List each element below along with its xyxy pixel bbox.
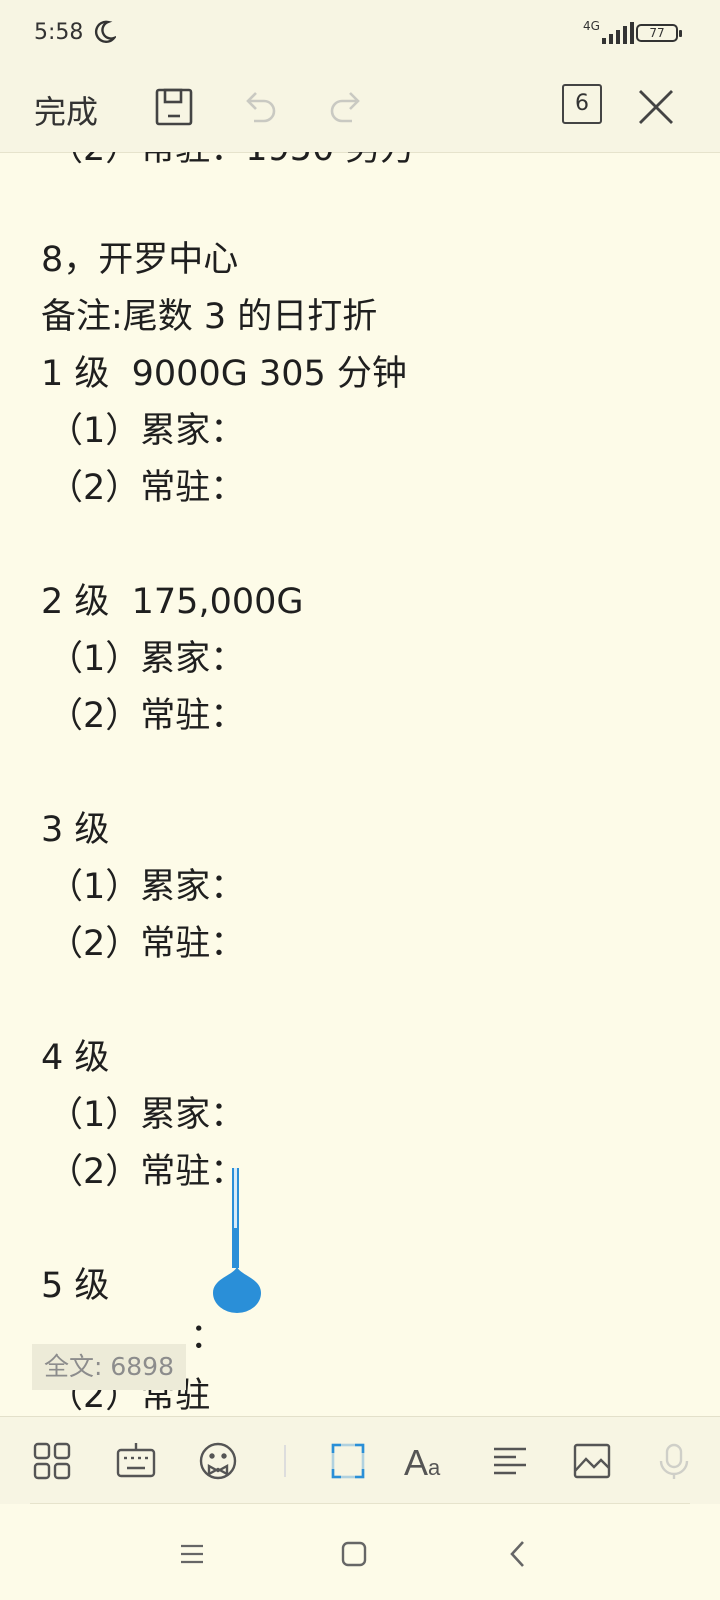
doc-line: 5 级: [41, 1266, 110, 1306]
editor-toolbar: 完成 6: [0, 70, 720, 153]
home-icon[interactable]: [334, 1534, 374, 1574]
signal-icon: [602, 22, 634, 44]
doc-line: （1）累家：: [48, 1095, 246, 1135]
system-nav-bar: [0, 1504, 720, 1600]
font-icon[interactable]: A a: [404, 1439, 448, 1483]
doc-line: （1）累家：: [48, 639, 246, 679]
format-toolbar: A a: [0, 1416, 720, 1505]
doc-line: （2）常驻：: [48, 1152, 246, 1192]
doc-line: 4 级: [41, 1038, 110, 1078]
doc-line: （2）常驻：: [48, 696, 246, 736]
doc-line: ：: [190, 1317, 226, 1357]
fullscreen-icon[interactable]: [326, 1439, 370, 1483]
svg-text:A: A: [404, 1442, 428, 1481]
page-count-icon[interactable]: 6: [562, 84, 602, 124]
image-icon[interactable]: [570, 1439, 614, 1483]
doc-line: 2 级 175,000G: [41, 582, 304, 622]
done-button[interactable]: 完成: [34, 87, 98, 133]
text-caret: [232, 1168, 239, 1268]
doc-line: （1）累家：: [48, 867, 246, 907]
apps-icon[interactable]: [30, 1439, 74, 1483]
doc-line: 8，开罗中心: [41, 240, 239, 280]
emoji-icon[interactable]: [196, 1439, 240, 1483]
toolbar-separator: [284, 1445, 286, 1477]
moon-icon: [94, 20, 116, 43]
status-bar: 5:58 4G 77: [0, 0, 720, 70]
document-body[interactable]: （2）常驻：1950 男万 8，开罗中心 备注:尾数 3 的日打折 1 级 90…: [0, 152, 720, 1414]
mic-icon[interactable]: [652, 1439, 696, 1483]
menu-icon[interactable]: [172, 1534, 212, 1574]
doc-line: 3 级: [41, 810, 110, 850]
redo-icon[interactable]: [322, 83, 370, 131]
doc-line: （2）常驻：1950 男万: [48, 152, 415, 171]
network-type: 4G: [583, 19, 600, 33]
svg-text:a: a: [428, 1455, 441, 1480]
selection-handle-icon[interactable]: [211, 1265, 263, 1313]
doc-line: （2）常驻：: [48, 468, 246, 508]
word-count-badge: 全文: 6898: [32, 1344, 186, 1390]
doc-line: （1）累家：: [48, 411, 246, 451]
align-icon[interactable]: [488, 1439, 532, 1483]
undo-icon[interactable]: [236, 83, 284, 131]
save-icon[interactable]: [150, 83, 198, 131]
back-icon[interactable]: [498, 1534, 538, 1574]
doc-line: （2）常驻：: [48, 924, 246, 964]
doc-line: 备注:尾数 3 的日打折: [41, 297, 378, 337]
battery-icon: 77: [636, 24, 682, 42]
close-icon[interactable]: [632, 83, 680, 131]
status-time: 5:58: [34, 20, 84, 45]
doc-line: 1 级 9000G 305 分钟: [41, 354, 407, 394]
keyboard-icon[interactable]: [114, 1439, 158, 1483]
